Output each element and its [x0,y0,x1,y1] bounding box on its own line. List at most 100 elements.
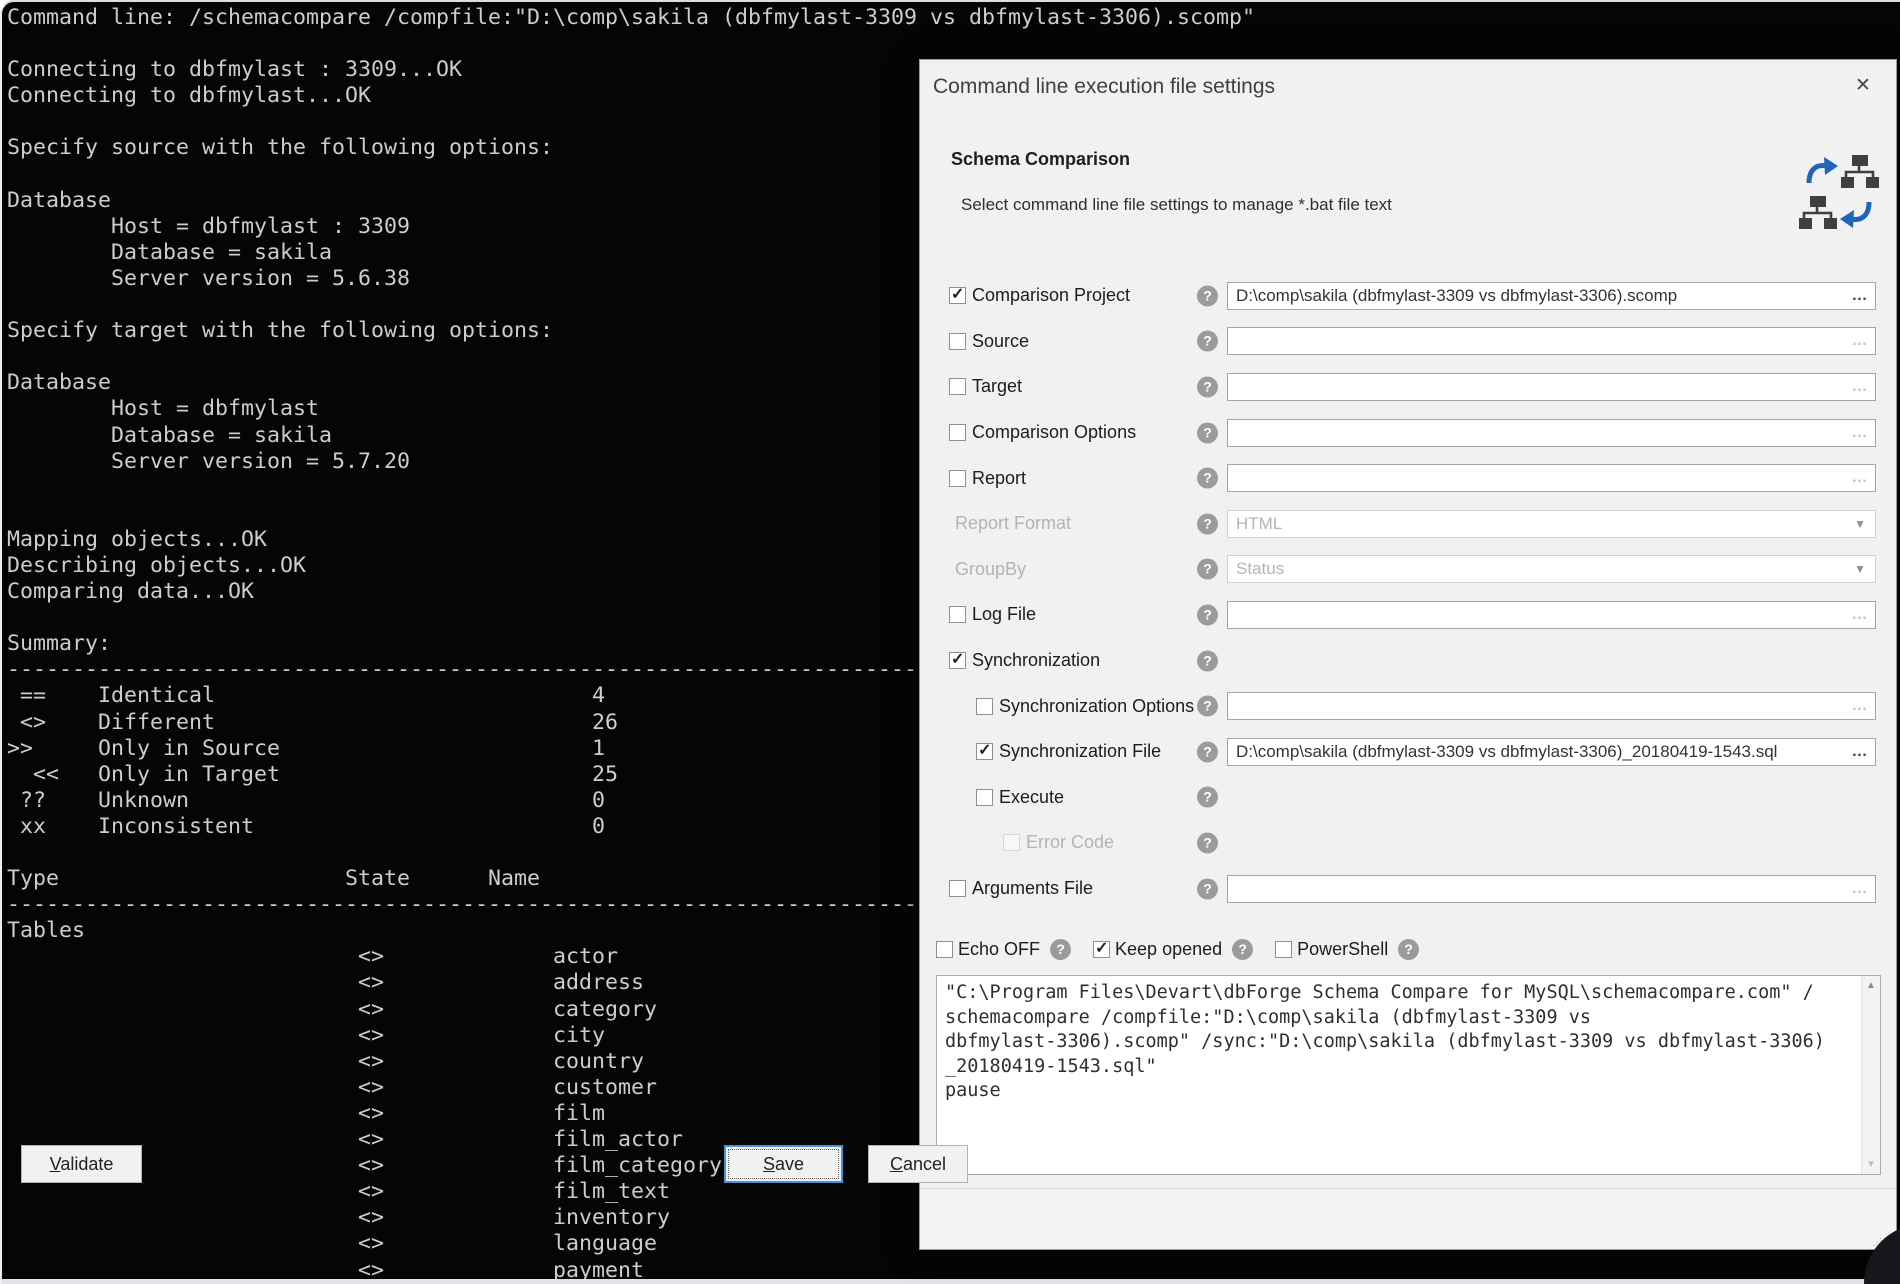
echo-off-label: Echo OFF [958,939,1040,960]
browse-button[interactable]: … [1845,606,1875,624]
synchronization-options-input[interactable]: … [1227,692,1876,720]
row-report-format: Report Format? HTML▼ [920,501,1896,547]
help-icon[interactable]: ? [1197,832,1218,853]
row-execute: Execute? [920,775,1896,821]
flag-keep-opened: ✓ Keep opened? [1093,939,1253,960]
command-line-execution-dialog: Command line execution file settings ✕ S… [919,59,1897,1250]
comparison-options-input[interactable]: … [1227,419,1876,447]
report-format-label: Report Format [955,513,1071,534]
target-label: Target [972,376,1022,397]
flag-powershell: PowerShell? [1275,939,1419,960]
scroll-down-icon[interactable]: ▼ [1862,1159,1880,1170]
save-button[interactable]: Save [724,1145,843,1183]
synchronization-options-label: Synchronization Options [999,696,1194,717]
check-icon: ✓ [951,284,964,304]
close-icon: ✕ [1855,74,1871,97]
help-icon[interactable]: ? [1197,376,1218,397]
execute-label: Execute [999,787,1064,808]
help-icon[interactable]: ? [1197,513,1218,534]
row-source: Source? … [920,319,1896,365]
comparison-project-checkbox[interactable]: ✓ [949,287,966,304]
synchronization-options-checkbox[interactable] [976,698,993,715]
dialog-title: Command line execution file settings [933,75,1275,99]
check-icon: ✓ [951,649,964,669]
help-icon[interactable]: ? [1398,939,1419,960]
help-icon[interactable]: ? [1050,939,1071,960]
log-file-checkbox[interactable] [949,606,966,623]
target-checkbox[interactable] [949,378,966,395]
comparison-project-value: D:\comp\sakila (dbfmylast-3309 vs dbfmyl… [1228,286,1845,306]
comparison-options-checkbox[interactable] [949,424,966,441]
browse-button[interactable]: … [1845,332,1875,350]
browse-button[interactable]: … [1845,743,1875,761]
log-file-input[interactable]: … [1227,601,1876,629]
source-label: Source [972,331,1029,352]
help-icon[interactable]: ? [1197,422,1218,443]
keep-opened-label: Keep opened [1115,939,1222,960]
browse-button[interactable]: … [1845,378,1875,396]
powershell-checkbox[interactable] [1275,941,1292,958]
row-report: Report?… [920,455,1896,501]
groupby-label: GroupBy [955,559,1026,580]
schema-comparison-icon [1798,155,1880,231]
arguments-file-input[interactable]: … [1227,875,1876,903]
row-arguments-file: Arguments File? … [920,866,1896,912]
row-target: Target? … [920,364,1896,410]
source-checkbox[interactable] [949,333,966,350]
target-input[interactable]: … [1227,373,1876,401]
synchronization-file-input[interactable]: D:\comp\sakila (dbfmylast-3309 vs dbfmyl… [1227,738,1876,766]
help-icon[interactable]: ? [1197,331,1218,352]
help-icon[interactable]: ? [1197,559,1218,580]
log-file-label: Log File [972,604,1036,625]
help-icon[interactable]: ? [1197,604,1218,625]
cancel-button[interactable]: Cancel [868,1145,968,1183]
bat-text-area[interactable]: "C:\Program Files\Devart\dbForge Schema … [936,975,1881,1175]
groupby-select: Status▼ [1227,555,1876,583]
help-icon[interactable]: ? [1197,741,1218,762]
report-format-select: HTML▼ [1227,510,1876,538]
header-subtitle: Select command line file settings to man… [961,195,1392,215]
arguments-file-checkbox[interactable] [949,880,966,897]
synchronization-checkbox[interactable]: ✓ [949,652,966,669]
browse-button[interactable]: … [1845,424,1875,442]
error-code-checkbox [1003,834,1020,851]
help-icon[interactable]: ? [1197,696,1218,717]
help-icon[interactable]: ? [1197,787,1218,808]
help-icon[interactable]: ? [1232,939,1253,960]
validate-button[interactable]: Validate [21,1145,142,1183]
powershell-label: PowerShell [1297,939,1388,960]
bat-text: "C:\Program Files\Devart\dbForge Schema … [937,976,1862,1174]
help-icon[interactable]: ? [1197,650,1218,671]
row-synchronization-options: Synchronization Options? … [920,683,1896,729]
browse-button[interactable]: … [1845,697,1875,715]
browse-button[interactable]: … [1845,880,1875,898]
comparison-project-input[interactable]: D:\comp\sakila (dbfmylast-3309 vs dbfmyl… [1227,282,1876,310]
help-icon[interactable]: ? [1197,878,1218,899]
scrollbar[interactable]: ▲ ▼ [1861,976,1880,1174]
report-checkbox[interactable] [949,470,966,487]
row-synchronization: ✓Synchronization? [920,638,1896,684]
synchronization-file-checkbox[interactable]: ✓ [976,743,993,760]
execute-checkbox[interactable] [976,789,993,806]
groupby-value: Status [1228,559,1854,579]
app-window: Command line: /schemacompare /compfile:"… [0,0,1900,1284]
flags-row: Echo OFF?✓Keep opened?PowerShell? [936,932,1441,966]
echo-off-checkbox[interactable] [936,941,953,958]
row-log-file: Log File? … [920,592,1896,638]
row-error-code: Error Code? [920,820,1896,866]
report-input[interactable]: … [1227,464,1876,492]
browse-button[interactable]: … [1845,287,1875,305]
header-title: Schema Comparison [951,149,1130,170]
scroll-up-icon[interactable]: ▲ [1862,980,1880,991]
synchronization-file-value: D:\comp\sakila (dbfmylast-3309 vs dbfmyl… [1228,742,1845,762]
row-groupby: GroupBy? Status▼ [920,547,1896,593]
help-icon[interactable]: ? [1197,468,1218,489]
row-synchronization-file: ✓Synchronization File?D:\comp\sakila (db… [920,729,1896,775]
help-icon[interactable]: ? [1197,285,1218,306]
close-button[interactable]: ✕ [1845,68,1881,102]
browse-button[interactable]: … [1845,469,1875,487]
source-input[interactable]: … [1227,327,1876,355]
keep-opened-checkbox[interactable]: ✓ [1093,941,1110,958]
arguments-file-label: Arguments File [972,878,1093,899]
flag-echo-off: Echo OFF? [936,939,1071,960]
